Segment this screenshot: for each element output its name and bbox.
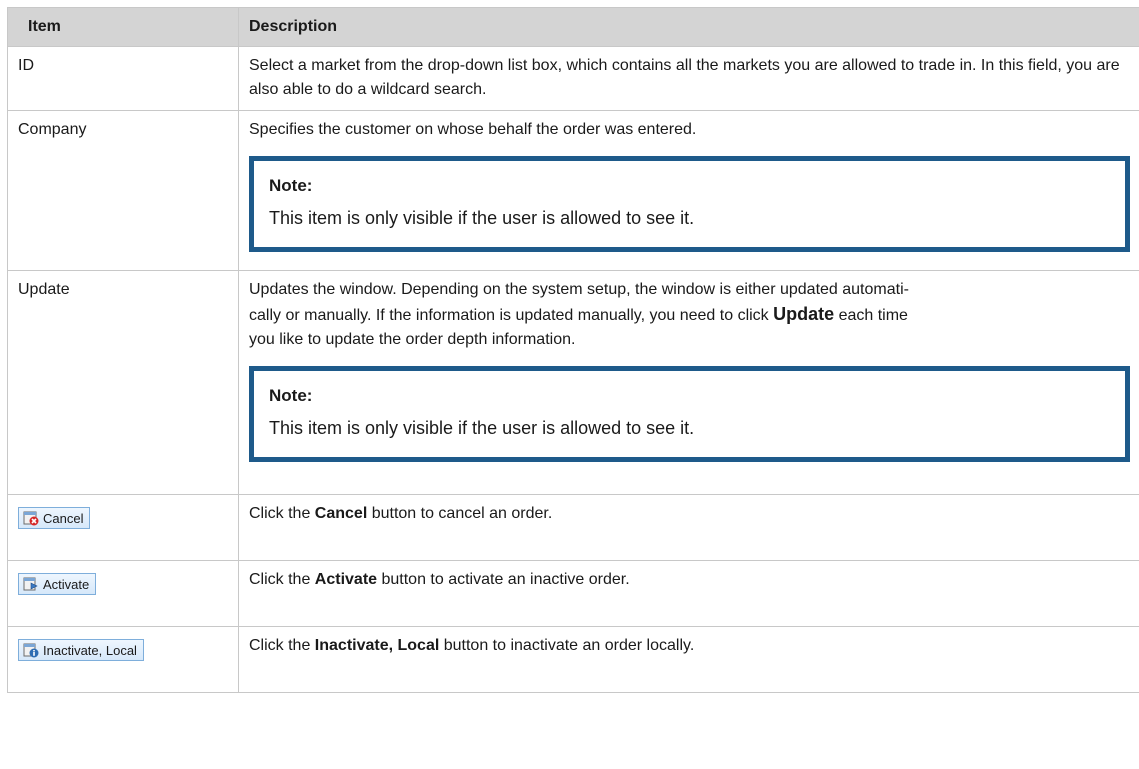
row-company-item: Company bbox=[7, 110, 239, 271]
column-header-item: Item bbox=[7, 7, 239, 47]
table-row: Inactivate, Local Click the Inactivate, … bbox=[7, 626, 1139, 693]
row-update-description: Updates the window. Depending on the sys… bbox=[249, 278, 1130, 352]
update-desc-line-2-end: each time bbox=[834, 307, 908, 324]
table-row: Company Specifies the customer on whose … bbox=[7, 110, 1139, 271]
row-company-description: Specifies the customer on whose behalf t… bbox=[249, 121, 697, 138]
row-update-item: Update bbox=[7, 270, 239, 495]
cancel-icon bbox=[23, 510, 39, 526]
row-activate-item: Activate bbox=[7, 560, 239, 627]
cancel-button-label: Cancel bbox=[43, 510, 84, 526]
cancel-desc-pre: Click the bbox=[249, 505, 315, 522]
cancel-desc-post: button to cancel an order. bbox=[367, 505, 553, 522]
update-desc-bold: Update bbox=[773, 304, 835, 324]
activate-desc-bold: Activate bbox=[314, 571, 378, 588]
inactivate-desc-pre: Click the bbox=[249, 637, 315, 654]
update-desc-line-2: cally or manually. If the information is… bbox=[249, 307, 774, 324]
inactivate-desc-bold: Inactivate, Local bbox=[314, 637, 440, 654]
activate-button[interactable]: Activate bbox=[18, 573, 97, 595]
inactivate-desc-post: button to inactivate an order locally. bbox=[439, 637, 695, 654]
row-id-item: ID bbox=[7, 46, 239, 111]
row-cancel-description: Click the Cancel button to cancel an ord… bbox=[238, 494, 1139, 561]
table-row: ID Select a market from the drop-down li… bbox=[7, 46, 1139, 111]
activate-icon bbox=[23, 576, 39, 592]
row-activate-description: Click the Activate button to activate an… bbox=[238, 560, 1139, 627]
inactivate-local-button[interactable]: Inactivate, Local bbox=[18, 639, 144, 661]
row-cancel-item: Cancel bbox=[7, 494, 239, 561]
table-row: Activate Click the Activate button to ac… bbox=[7, 560, 1139, 627]
cancel-desc-bold: Cancel bbox=[314, 505, 368, 522]
column-header-description: Description bbox=[238, 7, 1139, 47]
note-title: Note: bbox=[269, 176, 313, 195]
table-header-row: Item Description bbox=[7, 7, 1139, 47]
item-description-table: Item Description ID Select a market from… bbox=[7, 7, 1139, 693]
row-company-cell: Specifies the customer on whose behalf t… bbox=[238, 110, 1139, 271]
row-inactivate-item: Inactivate, Local bbox=[7, 626, 239, 693]
activate-button-label: Activate bbox=[43, 576, 90, 592]
table-row: Update Updates the window. Depending on … bbox=[7, 270, 1139, 495]
note-text: This item is only visible if the user is… bbox=[269, 418, 695, 438]
note-box: Note: This item is only visible if the u… bbox=[249, 156, 1130, 252]
row-id-description: Select a market from the drop-down list … bbox=[238, 46, 1139, 111]
row-inactivate-description: Click the Inactivate, Local button to in… bbox=[238, 626, 1139, 693]
update-desc-line-3: you like to update the order depth infor… bbox=[249, 331, 576, 348]
activate-desc-pre: Click the bbox=[249, 571, 315, 588]
inactivate-local-button-label: Inactivate, Local bbox=[43, 642, 137, 658]
inactivate-local-icon bbox=[23, 642, 39, 658]
note-box: Note: This item is only visible if the u… bbox=[249, 366, 1130, 462]
note-title: Note: bbox=[269, 386, 313, 405]
cancel-button[interactable]: Cancel bbox=[18, 507, 91, 529]
note-text: This item is only visible if the user is… bbox=[269, 208, 695, 228]
table-row: Cancel Click the Cancel button to cancel… bbox=[7, 494, 1139, 561]
update-desc-line-1: Updates the window. Depending on the sys… bbox=[249, 281, 909, 298]
row-update-cell: Updates the window. Depending on the sys… bbox=[238, 270, 1139, 495]
activate-desc-post: button to activate an inactive order. bbox=[377, 571, 630, 588]
